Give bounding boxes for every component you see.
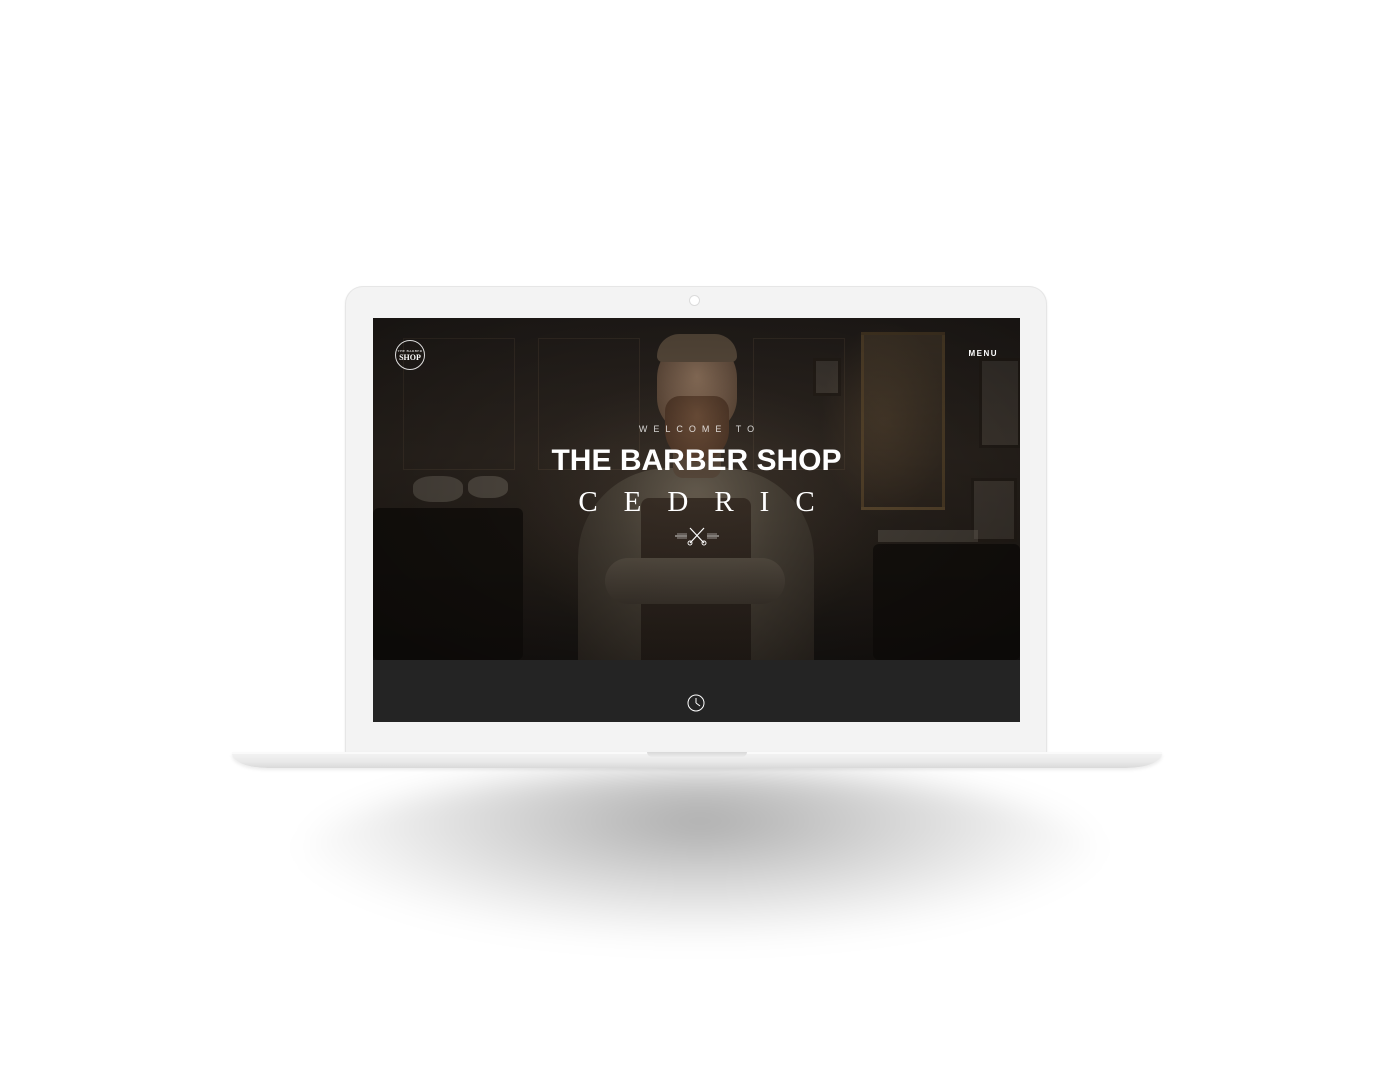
menu-button[interactable]: MENU: [968, 349, 998, 358]
laptop-base: [232, 752, 1162, 768]
hero-section: THE BARBER SHOP MENU WELCOME TO THE BARB…: [373, 318, 1020, 660]
hero-text: WELCOME TO THE BARBER SHOP CEDRIC: [373, 424, 1020, 518]
site-logo[interactable]: THE BARBER SHOP: [395, 340, 425, 370]
mockup-stage: THE BARBER SHOP MENU WELCOME TO THE BARB…: [0, 0, 1400, 1065]
welcome-text: WELCOME TO: [638, 424, 761, 434]
hours-bar: [373, 660, 1020, 722]
laptop-shadow: [300, 770, 1100, 940]
webcam: [690, 296, 699, 305]
hero-name: CEDRIC: [578, 486, 841, 518]
logo-big-text: SHOP: [399, 352, 421, 362]
hero-title: THE BARBER SHOP: [551, 444, 842, 477]
laptop-lid: THE BARBER SHOP MENU WELCOME TO THE BARB…: [345, 286, 1047, 756]
laptop-screen: THE BARBER SHOP MENU WELCOME TO THE BARB…: [373, 318, 1020, 722]
scissors-comb-icon: [675, 527, 719, 546]
base-notch: [647, 752, 747, 757]
clock-icon: [687, 694, 705, 712]
